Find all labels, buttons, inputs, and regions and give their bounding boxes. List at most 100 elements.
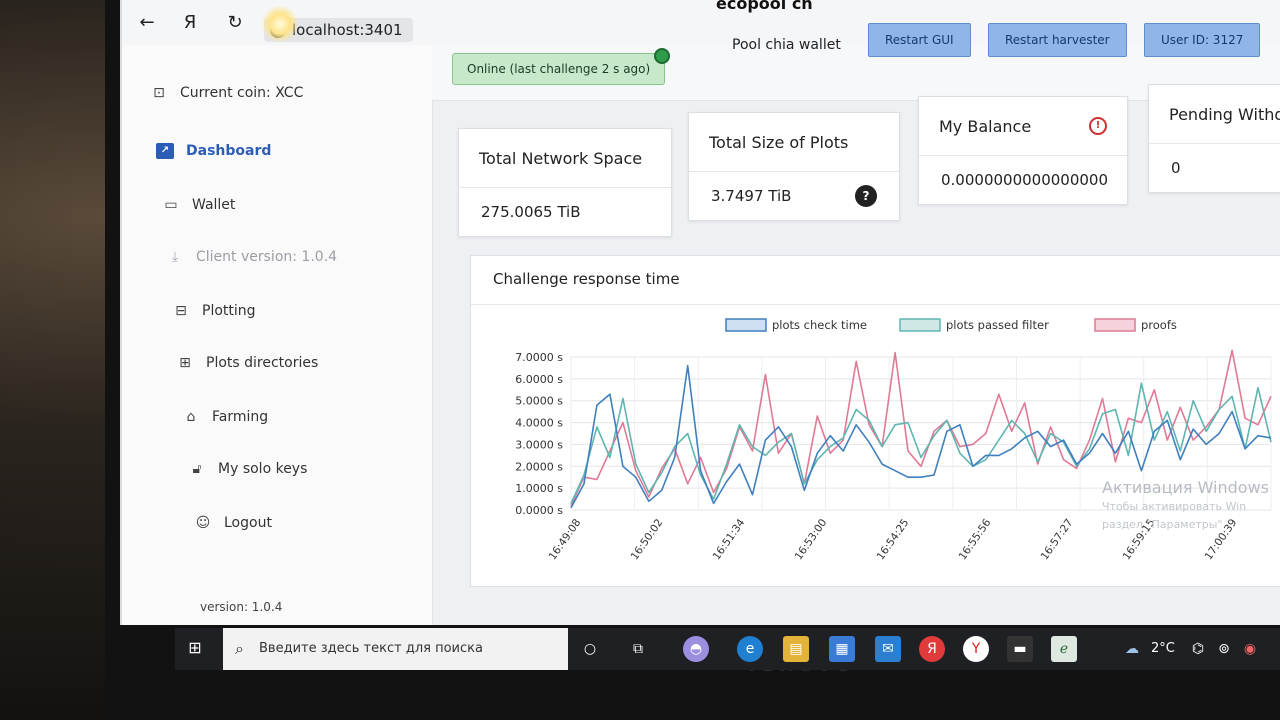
sidebar-item-client-version[interactable]: ⤓ Client version: 1.0.4 bbox=[166, 249, 337, 265]
activation-watermark: Активация Windows bbox=[1102, 478, 1269, 497]
onedrive-icon[interactable]: ⊚ bbox=[1211, 636, 1237, 662]
edge-icon[interactable]: e bbox=[737, 636, 763, 662]
ecopool-app-icon[interactable]: ℯ bbox=[1051, 636, 1077, 662]
sidebar: ⊡ Current coin: XCC ↗ Dashboard ▭ Wallet… bbox=[122, 45, 433, 625]
help-icon[interactable]: ? bbox=[855, 185, 877, 207]
x-tick-label: 16:55:56 bbox=[957, 517, 994, 563]
taskbar-search-input[interactable]: ⌕ Введите здесь текст для поиска bbox=[223, 628, 568, 670]
warning-icon[interactable]: ! bbox=[1089, 117, 1107, 135]
legend-label: plots check time bbox=[772, 318, 867, 332]
sidebar-item-label: Plotting bbox=[202, 303, 256, 319]
card-plots-size: Total Size of Plots 3.7497 TiB ? bbox=[688, 112, 900, 221]
app-screen: ← Я ↻ ⊕ localhost:3401 ecopool ch ⊡ Curr… bbox=[120, 0, 1280, 625]
y-tick-label: 3.0000 s bbox=[515, 438, 563, 451]
card-value: 275.0065 TiB bbox=[481, 203, 581, 221]
search-icon: ⌕ bbox=[235, 639, 244, 658]
status-badge: Online (last challenge 2 s ago) bbox=[452, 48, 671, 85]
y-tick-label: 0.0000 s bbox=[515, 504, 563, 517]
assistant-icon[interactable]: ◓ bbox=[683, 636, 709, 662]
card-title-row: My Balance ! bbox=[919, 97, 1127, 156]
card-title: My Balance bbox=[939, 116, 1032, 136]
windows-start-icon[interactable]: ⊞ bbox=[185, 638, 205, 658]
y-tick-label: 7.0000 s bbox=[515, 351, 563, 364]
x-tick-label: 16:54:25 bbox=[875, 517, 912, 563]
search-placeholder: Введите здесь текст для поиска bbox=[259, 641, 483, 656]
legend-swatch bbox=[725, 318, 767, 332]
card-title: Total Size of Plots bbox=[689, 113, 899, 172]
activation-watermark-sub: Чтобы активировать Win bbox=[1102, 500, 1247, 513]
antivirus-tray-icon[interactable]: ◉ bbox=[1237, 636, 1263, 662]
legend-swatch bbox=[899, 318, 941, 332]
legend-swatch bbox=[1094, 318, 1136, 332]
sidebar-item-my-solo-keys[interactable]: 🔓︎ My solo keys bbox=[188, 461, 307, 477]
yandex-browser-icon[interactable]: Y bbox=[963, 636, 989, 662]
reload-icon[interactable]: ↻ bbox=[222, 10, 248, 36]
network-icon[interactable]: ⌬ bbox=[1185, 636, 1211, 662]
legend-label: proofs bbox=[1141, 318, 1177, 332]
light-glare bbox=[262, 6, 298, 42]
status-text: Online (last challenge 2 s ago) bbox=[467, 62, 651, 76]
card-title: Pending Withdr bbox=[1149, 85, 1280, 144]
y-tick-label: 4.0000 s bbox=[515, 417, 563, 430]
sidebar-item-dashboard[interactable]: ↗ Dashboard bbox=[156, 143, 271, 159]
chart-panel: Challenge response time 0.0000 s 1.0000 s… bbox=[470, 255, 1280, 587]
x-tick-label: 16:50:02 bbox=[629, 517, 666, 563]
x-tick-label: 16:57:27 bbox=[1039, 517, 1076, 563]
task-view-circle-icon[interactable]: ○ bbox=[577, 636, 603, 662]
folder-plus-icon: ⊞ bbox=[179, 355, 191, 371]
temperature-readout: 2°C bbox=[1151, 641, 1175, 656]
sidebar-item-label: Plots directories bbox=[206, 355, 319, 371]
card-value: 3.7497 TiB bbox=[711, 187, 792, 205]
sidebar-item-label: Farming bbox=[212, 409, 269, 425]
download-icon: ⤓ bbox=[171, 249, 179, 265]
sidebar-item-label: Logout bbox=[224, 515, 272, 531]
card-my-balance: My Balance ! 0.0000000000000000 bbox=[918, 96, 1128, 205]
pool-wallet-label: Pool chia wallet bbox=[732, 37, 841, 53]
chart-icon: ↗ bbox=[156, 143, 174, 159]
task-view-icon[interactable]: ⧉ bbox=[625, 636, 651, 662]
card-pending-withdrawal: Pending Withdr 0 bbox=[1148, 84, 1280, 193]
card-value-row: 3.7497 TiB ? bbox=[689, 172, 899, 220]
terminal-icon[interactable]: ▬ bbox=[1007, 636, 1033, 662]
card-title: Total Network Space bbox=[459, 129, 671, 188]
y-tick-label: 2.0000 s bbox=[515, 460, 563, 473]
sidebar-item-wallet[interactable]: ▭ Wallet bbox=[162, 197, 235, 213]
windows-taskbar: ⊞ ⌕ Введите здесь текст для поиска ○ ⧉ ◓… bbox=[175, 628, 1280, 670]
y-tick-label: 1.0000 s bbox=[515, 482, 563, 495]
yandex-app-icon[interactable]: Я bbox=[919, 636, 945, 662]
restart-gui-button[interactable]: Restart GUI bbox=[868, 23, 971, 57]
sidebar-item-plotting[interactable]: ⊟ Plotting bbox=[172, 303, 256, 319]
chart-title: Challenge response time bbox=[493, 270, 680, 288]
mail-icon[interactable]: ✉ bbox=[875, 636, 901, 662]
online-dot-icon bbox=[654, 48, 671, 64]
card-network-space: Total Network Space 275.0065 TiB bbox=[458, 128, 672, 237]
coin-icon: ⊡ bbox=[153, 85, 165, 101]
sidebar-item-farming[interactable]: ⌂ Farming bbox=[182, 409, 269, 425]
weather-cloud-icon: ☁ bbox=[1125, 641, 1139, 657]
restart-harvester-button[interactable]: Restart harvester bbox=[988, 23, 1127, 57]
challenge-response-chart: 0.0000 s 1.0000 s 2.0000 s 3.0000 s 4.0000 s… bbox=[515, 318, 1272, 563]
store-icon[interactable]: ▦ bbox=[829, 636, 855, 662]
lock-icon: 🔓︎ bbox=[192, 461, 202, 477]
url-text: localhost:3401 bbox=[292, 21, 403, 39]
sidebar-item-label: Wallet bbox=[192, 197, 236, 213]
card-value: 0 bbox=[1171, 159, 1181, 177]
page-title: ecopool ch bbox=[716, 0, 813, 13]
y-tick-label: 6.0000 s bbox=[515, 373, 563, 386]
yandex-icon[interactable]: Я bbox=[177, 10, 203, 36]
user-id-button[interactable]: User ID: 3127 bbox=[1144, 23, 1261, 57]
sidebar-item-label: Client version: 1.0.4 bbox=[196, 249, 338, 265]
farm-icon: ⌂ bbox=[186, 409, 196, 425]
sidebar-item-logout[interactable]: ☺ Logout bbox=[194, 515, 272, 531]
sidebar-item-label: Dashboard bbox=[186, 143, 272, 159]
back-arrow-icon[interactable]: ← bbox=[134, 10, 160, 36]
sidebar-item-current-coin[interactable]: ⊡ Current coin: XCC bbox=[150, 85, 303, 101]
x-tick-label: 16:53:00 bbox=[793, 517, 830, 563]
file-explorer-icon[interactable]: ▤ bbox=[783, 636, 809, 662]
user-icon: ☺ bbox=[195, 515, 211, 531]
activation-watermark-sub2: раздел "Параметры" bbox=[1102, 518, 1223, 531]
wallet-icon: ▭ bbox=[164, 197, 178, 213]
sidebar-item-label: Current coin: XCC bbox=[180, 85, 304, 101]
x-tick-label: 16:51:34 bbox=[711, 517, 748, 563]
sidebar-item-plots-directories[interactable]: ⊞ Plots directories bbox=[176, 355, 318, 371]
